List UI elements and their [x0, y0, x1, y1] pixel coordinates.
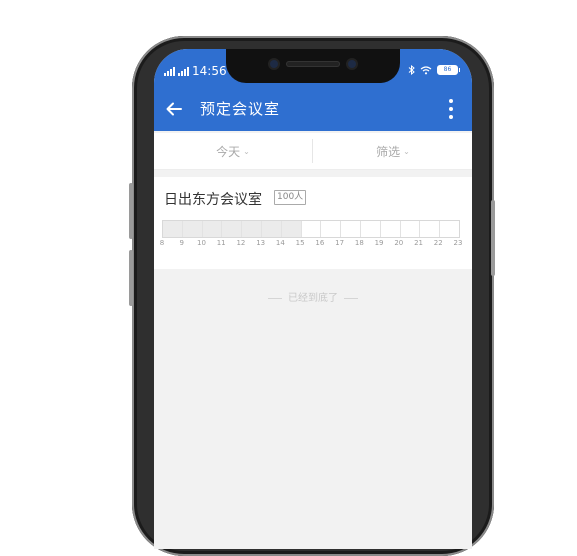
filter-options-label: 筛选 — [376, 144, 401, 159]
signal-icon — [164, 66, 175, 76]
chevron-down-icon: ⌄ — [243, 146, 250, 156]
hour-label: 22 — [433, 239, 443, 247]
notch — [226, 49, 400, 83]
battery-icon: 86 — [437, 65, 460, 75]
hour-label: 16 — [315, 239, 325, 247]
status-right: 86 — [408, 65, 460, 75]
time-slot[interactable] — [281, 221, 302, 237]
capacity-badge: 100人 — [274, 190, 307, 205]
more-vertical-icon[interactable] — [448, 97, 454, 121]
time-slot[interactable] — [163, 221, 183, 237]
booking-timeline[interactable] — [162, 220, 460, 238]
arrow-left-icon[interactable] — [160, 95, 188, 123]
hour-label: 9 — [179, 239, 184, 247]
list-end-text: 已经到底了 — [288, 293, 338, 304]
app-bar: 预定会议室 — [154, 87, 472, 131]
divider — [344, 297, 358, 299]
room-name: 日出东方会议室 — [164, 192, 262, 208]
hour-axis: 8 9 10 11 12 13 14 15 16 17 18 19 20 21 22 23 — [154, 239, 472, 249]
page-title: 预定会议室 — [200, 100, 281, 118]
hour-label: 19 — [374, 239, 384, 247]
time-slot[interactable] — [242, 221, 262, 237]
time-slot[interactable] — [261, 221, 282, 237]
hour-label: 10 — [196, 239, 206, 247]
time-slot[interactable] — [420, 221, 441, 237]
sensor-icon — [348, 60, 356, 68]
time-slot[interactable] — [341, 221, 361, 237]
hour-label: 18 — [354, 239, 364, 247]
hour-label: 8 — [159, 239, 165, 247]
hour-label: 17 — [335, 239, 345, 247]
phone-side-button — [491, 200, 495, 276]
filter-bar: 今天 ⌄ 筛选 ⌄ — [154, 133, 472, 170]
hour-label: 23 — [453, 239, 463, 247]
time-slot[interactable] — [440, 221, 459, 237]
hour-label: 20 — [394, 239, 404, 247]
filter-date-label: 今天 — [216, 144, 241, 159]
hour-label: 15 — [295, 239, 305, 247]
phone-screen: 14:56 86 预定会议室 今天 ⌄ 筛选 ⌄ 日出东方会议室 100人 8 … — [154, 49, 472, 549]
hour-label: 12 — [236, 239, 246, 247]
time-slot[interactable] — [380, 221, 401, 237]
divider — [268, 297, 282, 299]
status-bar: 14:56 86 — [154, 49, 472, 87]
time-slot[interactable] — [182, 221, 203, 237]
hour-label: 14 — [275, 239, 285, 247]
status-time: 14:56 — [192, 64, 227, 78]
time-slot[interactable] — [360, 221, 381, 237]
bluetooth-icon — [408, 65, 415, 75]
status-left: 14:56 — [164, 64, 227, 78]
filter-options-dropdown[interactable]: 筛选 ⌄ — [314, 133, 472, 169]
time-slot[interactable] — [222, 221, 243, 237]
hour-label: 11 — [216, 239, 226, 247]
phone-side-button — [129, 183, 133, 239]
time-slot[interactable] — [301, 221, 322, 237]
phone-side-button — [129, 250, 133, 306]
list-end-indicator: 已经到底了 — [154, 289, 472, 304]
filter-date-dropdown[interactable]: 今天 ⌄ — [154, 133, 312, 169]
divider — [312, 139, 313, 163]
time-slot[interactable] — [202, 221, 223, 237]
hour-label: 21 — [414, 239, 423, 247]
earpiece-speaker — [286, 61, 340, 67]
room-card[interactable]: 日出东方会议室 100人 8 9 10 11 12 13 14 15 16 17 18 19 20 21 2… — [154, 177, 472, 269]
time-slot[interactable] — [400, 221, 421, 237]
hour-label: 13 — [256, 239, 266, 247]
wifi-icon — [420, 65, 432, 74]
signal-icon — [178, 66, 189, 76]
battery-level: 86 — [437, 65, 458, 75]
chevron-down-icon: ⌄ — [403, 146, 410, 156]
time-slot[interactable] — [321, 221, 342, 237]
front-camera-icon — [270, 60, 278, 68]
